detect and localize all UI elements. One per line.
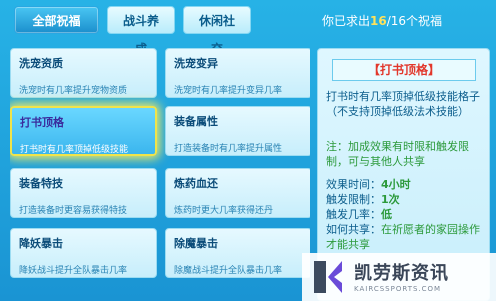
stat-value: 4小时 <box>381 178 411 191</box>
blessing-card-selected[interactable]: 打书顶格 打书时有几率顶掉低级技能 <box>10 106 157 156</box>
blessing-card[interactable]: 装备特技 打造装备时更容易获得特技 <box>10 168 157 218</box>
blessing-progress: 你已求出16/16个祝福 <box>322 12 442 29</box>
blessing-title: 除魔暴击 <box>174 237 218 250</box>
tab-battle-growth[interactable]: 战斗养成 <box>107 6 175 56</box>
blessing-card[interactable]: 降妖暴击 降妖战斗提升全队暴击几率 <box>10 228 157 278</box>
blessing-card[interactable]: 洗宠资质 洗宠时有几率提升宠物资质 <box>10 48 157 98</box>
blessing-title: 炼药血还 <box>174 177 218 190</box>
blessing-desc: 洗宠时有几率提升变异几率 <box>174 86 283 96</box>
share-row: 如何共享：在祈愿者的家园操作才能共享 <box>326 222 486 252</box>
blessing-desc: 除魔战斗提升全队暴击几率 <box>174 266 283 276</box>
watermark-name: 凯劳斯资讯 <box>354 263 449 284</box>
blessing-card[interactable]: 洗宠变异 洗宠时有几率提升变异几率 <box>165 48 310 98</box>
detail-description: 打书时有几率顶掉低级技能格子（不支持顶掉低级法术技能） <box>326 90 480 118</box>
progress-current: 16 <box>370 14 387 28</box>
blessing-desc: 打书时有几率顶掉低级技能 <box>20 145 129 155</box>
stat-value: 低 <box>381 208 392 221</box>
blessing-title: 打书顶格 <box>20 116 64 129</box>
category-tabs: 全部祝福 战斗养成 休闲社交 <box>14 6 251 56</box>
tab-leisure-social[interactable]: 休闲社交 <box>183 6 251 56</box>
detail-stats: 效果时间：4小时 触发限制：1次 触发几率：低 如何共享：在祈愿者的家园操作才能… <box>326 177 486 252</box>
stat-value: 1次 <box>381 193 400 206</box>
tab-all-blessings[interactable]: 全部祝福 <box>14 6 99 34</box>
stat-row: 效果时间：4小时 <box>326 177 486 192</box>
share-label: 如何共享： <box>326 223 381 236</box>
detail-title: 【打书顶格】 <box>332 59 476 81</box>
blessing-card[interactable]: 除魔暴击 除魔战斗提升全队暴击几率 <box>165 228 310 278</box>
blessing-desc: 打造装备时有几率提升属性 <box>174 144 283 154</box>
kaironews-logo-icon <box>314 261 342 293</box>
blessing-window: 全部祝福 战斗养成 休闲社交 你已求出16/16个祝福 洗宠资质 洗宠时有几率提… <box>0 0 496 301</box>
detail-note: 注：加成效果有时限和触发限制，可与其他人共享 <box>326 140 469 168</box>
stat-label: 效果时间： <box>326 178 381 191</box>
blessing-title: 洗宠变异 <box>174 57 218 70</box>
stat-row: 触发几率：低 <box>326 207 486 222</box>
progress-prefix: 你已求出 <box>322 14 371 28</box>
watermark-url: KAIRCSSPORTS.COM <box>354 285 442 293</box>
stat-label: 触发几率： <box>326 208 381 221</box>
blessing-desc: 打造装备时更容易获得特技 <box>19 206 128 216</box>
blessing-title: 装备特技 <box>19 177 63 190</box>
progress-suffix: 个祝福 <box>406 14 443 28</box>
site-watermark: 凯劳斯资讯 KAIRCSSPORTS.COM <box>302 253 496 301</box>
stat-row: 触发限制：1次 <box>326 192 486 207</box>
blessing-title: 装备属性 <box>174 115 218 128</box>
blessing-card[interactable]: 装备属性 打造装备时有几率提升属性 <box>165 106 310 156</box>
blessing-desc: 降妖战斗提升全队暴击几率 <box>19 266 128 276</box>
blessing-title: 洗宠资质 <box>19 57 63 70</box>
blessing-grid: 洗宠资质 洗宠时有几率提升宠物资质 洗宠变异 洗宠时有几率提升变异几率 打书顶格… <box>10 48 310 301</box>
blessing-title: 降妖暴击 <box>19 237 63 250</box>
blessing-desc: 炼药时更大几率获得还丹 <box>174 206 274 216</box>
stat-label: 触发限制： <box>326 193 381 206</box>
progress-total: 16 <box>390 14 407 28</box>
blessing-card[interactable]: 炼药血还 炼药时更大几率获得还丹 <box>165 168 310 218</box>
blessing-desc: 洗宠时有几率提升宠物资质 <box>19 86 128 96</box>
